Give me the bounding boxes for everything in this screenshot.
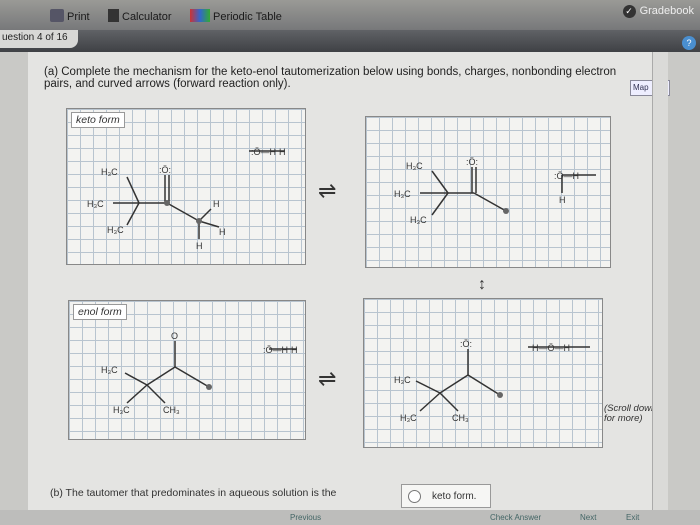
h3c-label: H₃C bbox=[107, 225, 124, 235]
keto-intermediate-panel[interactable]: H₃C H₃C H₃C :Ö: :Ö—H H bbox=[365, 116, 611, 268]
print-label: Print bbox=[67, 11, 90, 23]
enol-intermediate-structure: H₃C H₃C CH₃ :Ö: H—Ö—H bbox=[394, 339, 590, 423]
top-toolbar: Print Calculator Periodic Table ✓ Gradebo… bbox=[0, 0, 700, 30]
periodic-table-icon bbox=[190, 9, 210, 22]
printer-icon bbox=[50, 9, 64, 22]
exit-button[interactable]: Exit bbox=[626, 513, 639, 522]
hydrogen-label: H bbox=[279, 147, 286, 157]
periodic-table-button[interactable]: Periodic Table bbox=[190, 9, 282, 23]
keto-structure: H₃C H₃C H₃C :Ö: H H H :Ö—H H bbox=[87, 147, 286, 251]
h3c-label: H₃C bbox=[394, 189, 411, 199]
h3c-label: H₃C bbox=[400, 413, 417, 423]
part-b-text: (b) The tautomer that predominates in aq… bbox=[50, 487, 337, 499]
keto-intermediate-structure: H₃C H₃C H₃C :Ö: :Ö—H H bbox=[394, 157, 596, 225]
ch3-label: CH₃ bbox=[163, 405, 180, 415]
h3c-label: H₃C bbox=[113, 405, 130, 415]
hydrogen-label: H bbox=[196, 241, 203, 251]
map-label: Map bbox=[633, 83, 649, 92]
check-answer-button[interactable]: Check Answer bbox=[490, 513, 541, 522]
part-a-text: (a) Complete the mechanism for the keto-… bbox=[44, 66, 617, 90]
carbonyl-oxygen-label: :Ö: bbox=[159, 165, 171, 175]
bottom-bar: Previous Check Answer Next Exit bbox=[0, 510, 700, 525]
previous-button[interactable]: Previous bbox=[290, 513, 321, 522]
help-icon[interactable]: ? bbox=[682, 36, 696, 50]
gradebook-button[interactable]: ✓ Gradebook bbox=[622, 5, 694, 18]
h3c-label: H₃C bbox=[394, 375, 411, 385]
hydrogen-label: H bbox=[213, 199, 220, 209]
hydrogen-label: H bbox=[559, 195, 566, 205]
exit-label: Exit bbox=[626, 513, 640, 522]
carbonyl-oxygen-label: :Ö: bbox=[466, 157, 478, 167]
gradebook-label: Gradebook bbox=[639, 5, 694, 17]
enol-structure: H₃C H₃C CH₃ O :Ö—H H bbox=[101, 331, 298, 415]
hydrogen-label: H bbox=[219, 227, 226, 237]
alpha-carbon-dot bbox=[497, 392, 503, 398]
water-label: H—Ö—H bbox=[532, 343, 570, 353]
periodic-table-label: Periodic Table bbox=[213, 11, 282, 23]
gradebook-icon: ✓ bbox=[622, 5, 636, 18]
question-counter: uestion 4 of 16 bbox=[0, 30, 78, 48]
enol-intermediate-panel[interactable]: H₃C H₃C CH₃ :Ö: H—Ö—H bbox=[363, 298, 603, 448]
oxygen-label: O bbox=[171, 331, 178, 341]
next-button[interactable]: Next bbox=[580, 513, 596, 522]
h3c-label: H₃C bbox=[101, 167, 118, 177]
h3c-label: H₃C bbox=[101, 365, 118, 375]
next-label: Next bbox=[580, 513, 597, 522]
enol-drawing-panel[interactable]: enol form H₃C H₃C CH₃ O :Ö—H H bbox=[68, 300, 306, 440]
check-answer-label: Check Answer bbox=[490, 513, 542, 522]
calculator-icon bbox=[108, 9, 119, 22]
answer-value: keto form. bbox=[432, 491, 477, 502]
h3c-label: H₃C bbox=[406, 161, 423, 171]
water-label: :Ö—H bbox=[251, 147, 276, 157]
hydrogen-label: H bbox=[291, 345, 298, 355]
alpha-carbon-dot bbox=[503, 208, 509, 214]
keto-drawing-panel[interactable]: keto form H₃C H₃C H₃C :Ö: H H H :Ö—H H bbox=[66, 108, 306, 265]
equilibrium-arrow-bottom: ⇌ bbox=[318, 366, 337, 391]
question-bar: uestion 4 of 16 ? bbox=[0, 30, 700, 52]
alpha-carbon-dot bbox=[196, 218, 202, 224]
vertical-scrollbar[interactable] bbox=[652, 52, 668, 512]
h3c-label: H₃C bbox=[87, 199, 104, 209]
carbonyl-carbon-dot bbox=[164, 200, 170, 206]
h3c-label: H₃C bbox=[410, 215, 427, 225]
previous-label: Previous bbox=[290, 513, 322, 522]
answer-box[interactable]: keto form. bbox=[401, 484, 491, 508]
equilibrium-arrow-top: ⇌ bbox=[318, 178, 337, 203]
water-label: :Ö—H bbox=[554, 171, 579, 181]
calculator-button[interactable]: Calculator bbox=[108, 9, 172, 23]
answer-radio[interactable] bbox=[408, 490, 421, 503]
equilibrium-arrow-vertical: ↕ bbox=[478, 276, 486, 293]
oxygen-lone-pair-label: :Ö: bbox=[460, 339, 472, 349]
print-button[interactable]: Print bbox=[50, 9, 90, 23]
calculator-label: Calculator bbox=[122, 11, 172, 23]
ch3-label: CH₃ bbox=[452, 413, 469, 423]
alpha-carbon-dot bbox=[206, 384, 212, 390]
water-label: :Ö—H bbox=[263, 345, 288, 355]
